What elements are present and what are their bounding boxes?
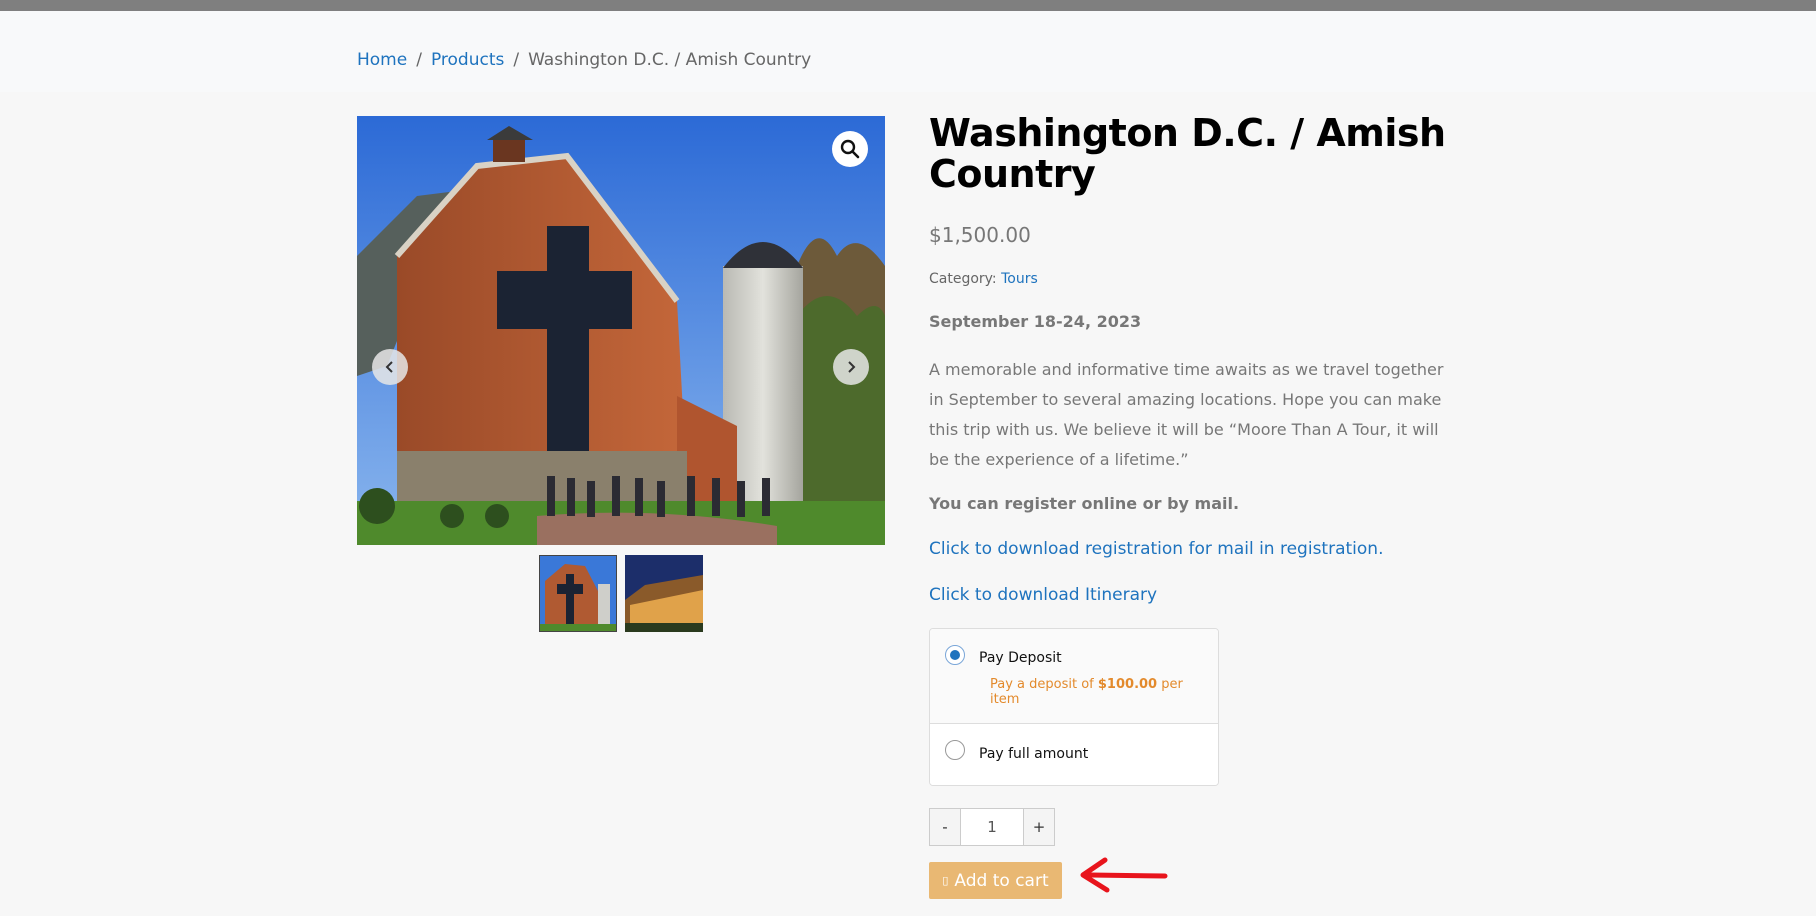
deposit-note: Pay a deposit of $100.00 per item (990, 677, 1200, 707)
product-main-image[interactable] (357, 116, 885, 545)
breadcrumb: Home / Products / Washington D.C. / Amish Co… (357, 50, 811, 70)
breadcrumb-separator: / (416, 50, 422, 70)
breadcrumb-home-link[interactable]: Home (357, 50, 407, 70)
zoom-button[interactable] (832, 131, 868, 167)
category-label: Category: (929, 271, 997, 287)
red-arrow-annotation (1080, 857, 1168, 893)
barn-chapel-image (357, 116, 885, 545)
barn-chapel-thumbnail (540, 556, 616, 631)
quantity-minus-button[interactable]: - (929, 808, 961, 846)
gallery-prev-button[interactable] (372, 349, 408, 385)
pay-deposit-option[interactable]: Pay Deposit Pay a deposit of $100.00 per… (930, 629, 1218, 724)
product-description: A memorable and informative time awaits … (929, 360, 1444, 469)
gallery-thumbnail-2[interactable] (625, 555, 703, 632)
download-itinerary-link[interactable]: Click to download Itinerary (929, 585, 1157, 605)
add-to-cart-button[interactable]: ▯ Add to cart (929, 862, 1062, 899)
building-night-thumbnail (625, 555, 703, 632)
register-note: You can register online or by mail. (929, 494, 1240, 513)
chevron-left-icon (385, 361, 393, 373)
tour-dates: September 18-24, 2023 (929, 312, 1142, 331)
breadcrumb-bar (0, 11, 1816, 92)
deposit-amount: $100.00 (1097, 677, 1158, 692)
product-price: $1,500.00 (929, 223, 1031, 247)
pay-full-radio[interactable] (945, 740, 965, 760)
magnifier-icon (840, 139, 860, 159)
pay-deposit-radio[interactable] (945, 645, 965, 665)
deposit-options: Pay Deposit Pay a deposit of $100.00 per… (929, 628, 1219, 786)
product-category: Category: Tours (929, 271, 1038, 287)
pay-full-option[interactable]: Pay full amount (930, 724, 1218, 785)
breadcrumb-products-link[interactable]: Products (431, 50, 504, 70)
pay-deposit-label: Pay Deposit (979, 650, 1062, 666)
quantity-input[interactable] (961, 808, 1023, 846)
gallery-thumbnail-1[interactable] (539, 555, 617, 632)
download-registration-link[interactable]: Click to download registration for mail … (929, 539, 1383, 559)
deposit-note-prefix: Pay a deposit of (990, 677, 1094, 692)
breadcrumb-current: Washington D.C. / Amish Country (528, 50, 812, 70)
chevron-right-icon (848, 361, 856, 373)
top-bar (0, 0, 1816, 11)
cart-icon: ▯ (942, 874, 949, 887)
quantity-stepper: - + (929, 808, 1055, 846)
product-title: Washington D.C. / Amish Country (929, 111, 1446, 196)
gallery-next-button[interactable] (833, 349, 869, 385)
pay-full-label: Pay full amount (979, 746, 1089, 762)
quantity-plus-button[interactable]: + (1023, 808, 1055, 846)
category-link-tours[interactable]: Tours (1001, 271, 1038, 287)
breadcrumb-separator: / (513, 50, 520, 70)
add-to-cart-label: Add to cart (954, 870, 1049, 891)
